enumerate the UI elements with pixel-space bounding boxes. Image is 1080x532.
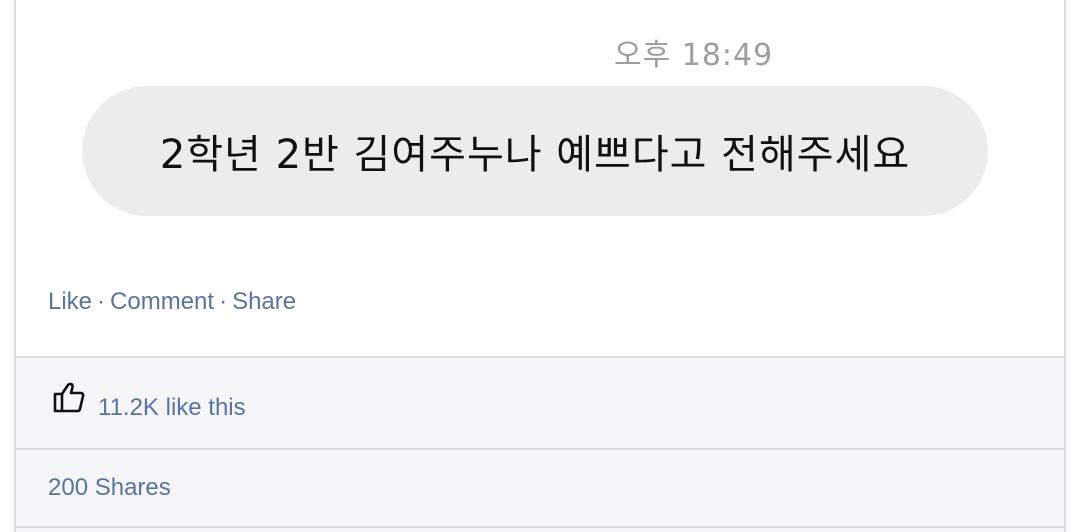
like-link[interactable]: Like bbox=[48, 288, 92, 315]
share-link[interactable]: Share bbox=[232, 288, 296, 315]
chat-screenshot-image: 오후 18:49 2학년 2반 김여주누나 예쁘다고 전해주세요 bbox=[16, 0, 1064, 260]
likes-count[interactable]: 11.2K like this bbox=[98, 394, 246, 422]
divider bbox=[16, 526, 1064, 532]
shares-count[interactable]: 200 Shares bbox=[48, 474, 171, 502]
message-bubble: 2학년 2반 김여주누나 예쁘다고 전해주세요 bbox=[82, 86, 988, 216]
shares-row[interactable]: 200 Shares bbox=[16, 448, 1064, 528]
message-timestamp: 오후 18:49 bbox=[614, 38, 774, 73]
thumbs-up-icon bbox=[53, 382, 85, 413]
post-actions: Like · Comment · Share bbox=[48, 288, 296, 316]
likes-row[interactable]: 11.2K like this bbox=[16, 356, 1064, 448]
action-separator: · bbox=[219, 288, 228, 315]
action-separator: · bbox=[97, 288, 106, 315]
message-text: 2학년 2반 김여주누나 예쁘다고 전해주세요 bbox=[159, 132, 911, 178]
post-card: 오후 18:49 2학년 2반 김여주누나 예쁘다고 전해주세요 Like · Co… bbox=[14, 0, 1066, 532]
comment-link[interactable]: Comment bbox=[110, 288, 214, 315]
